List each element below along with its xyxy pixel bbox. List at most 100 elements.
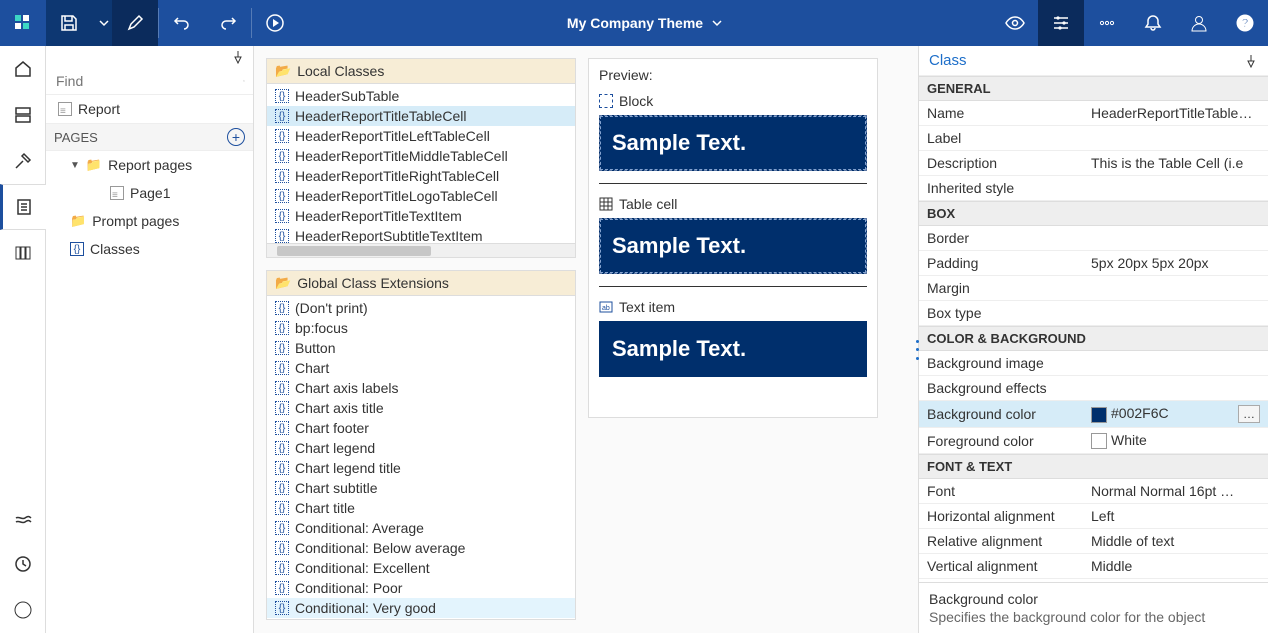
rail-data-icon[interactable]: [0, 92, 46, 138]
rail-hammer-icon[interactable]: [0, 138, 46, 184]
rail-pages-icon[interactable]: [0, 184, 46, 230]
save-button[interactable]: [46, 0, 92, 46]
pin-icon[interactable]: [1244, 54, 1258, 68]
more-icon[interactable]: [1084, 0, 1130, 46]
class-icon: [275, 321, 289, 335]
class-list-item[interactable]: HeaderSubTable: [267, 86, 575, 106]
home-logo-icon[interactable]: [0, 0, 46, 46]
save-dropdown[interactable]: [92, 0, 112, 46]
rail-swim-icon[interactable]: [0, 495, 46, 541]
class-list-item[interactable]: Conditional: Below average: [267, 538, 575, 558]
class-icon: [275, 581, 289, 595]
workspace: 📂 Local Classes HeaderSubTableHeaderRepo…: [254, 46, 918, 633]
prop-border[interactable]: Border: [919, 226, 1268, 251]
prop-ralign[interactable]: Relative alignmentMiddle of text: [919, 529, 1268, 554]
svg-text:?: ?: [1241, 16, 1248, 30]
undo-button[interactable]: [159, 0, 205, 46]
rail-check-icon[interactable]: [0, 587, 46, 633]
title-dropdown-icon[interactable]: [711, 17, 723, 29]
class-list-item[interactable]: HeaderReportTitleMiddleTableCell: [267, 146, 575, 166]
class-icon: [275, 541, 289, 555]
class-list-label: HeaderReportTitleLogoTableCell: [295, 188, 498, 204]
class-list-label: HeaderReportTitleLeftTableCell: [295, 128, 490, 144]
tree-prompt-pages[interactable]: 📁 Prompt pages: [46, 207, 253, 235]
class-list-item[interactable]: bp:focus: [267, 318, 575, 338]
class-list-item[interactable]: Chart footer: [267, 418, 575, 438]
rail-home-icon[interactable]: [0, 46, 46, 92]
class-list-item[interactable]: (Don't print): [267, 298, 575, 318]
class-list-item[interactable]: Conditional: Very good: [267, 598, 575, 618]
add-page-button[interactable]: +: [227, 128, 245, 146]
class-list-item[interactable]: HeaderReportTitleRightTableCell: [267, 166, 575, 186]
prop-label[interactable]: Label: [919, 126, 1268, 151]
play-button[interactable]: [252, 0, 298, 46]
class-list-item[interactable]: Chart: [267, 358, 575, 378]
class-list-item[interactable]: Chart axis title: [267, 398, 575, 418]
prop-description[interactable]: DescriptionThis is the Table Cell (i.e: [919, 151, 1268, 176]
prop-margin[interactable]: Margin: [919, 276, 1268, 301]
class-list-item[interactable]: HeaderReportTitleLeftTableCell: [267, 126, 575, 146]
left-rail: [0, 46, 46, 633]
settings-sliders-icon[interactable]: [1038, 0, 1084, 46]
rail-clock-icon[interactable]: [0, 541, 46, 587]
preview-toggle-icon[interactable]: [992, 0, 1038, 46]
class-list-label: Chart footer: [295, 420, 369, 436]
class-list-label: HeaderReportTitleTableCell: [295, 108, 466, 124]
prop-boxtype[interactable]: Box type: [919, 301, 1268, 326]
prop-bgcolor[interactable]: Background color #002F6C …: [919, 401, 1268, 428]
rail-table-icon[interactable]: [0, 230, 46, 276]
class-list-item[interactable]: HeaderReportTitleTableCell: [267, 106, 575, 126]
edit-mode-button[interactable]: [112, 0, 158, 46]
redo-button[interactable]: [205, 0, 251, 46]
help-icon[interactable]: ?: [1222, 0, 1268, 46]
notifications-icon[interactable]: [1130, 0, 1176, 46]
class-list-item[interactable]: HeaderReportTitleLogoTableCell: [267, 186, 575, 206]
class-icon: [275, 209, 289, 223]
tree-page1[interactable]: Page1: [46, 179, 253, 207]
prop-fgcolor[interactable]: Foreground color White: [919, 428, 1268, 454]
prop-padding[interactable]: Padding5px 20px 5px 20px: [919, 251, 1268, 276]
class-list-item[interactable]: Crosstab corner cell: [267, 618, 575, 619]
color-picker-button[interactable]: …: [1238, 405, 1260, 423]
class-list-item[interactable]: Button: [267, 338, 575, 358]
class-list-item[interactable]: Chart legend: [267, 438, 575, 458]
prop-valign[interactable]: Vertical alignmentMiddle: [919, 554, 1268, 579]
props-resize-handle[interactable]: [916, 340, 922, 360]
class-list-item[interactable]: Chart legend title: [267, 458, 575, 478]
svg-text:ab: ab: [602, 305, 610, 312]
class-list-item[interactable]: Chart subtitle: [267, 478, 575, 498]
class-icon: [275, 501, 289, 515]
class-list-item[interactable]: Conditional: Excellent: [267, 558, 575, 578]
report-node[interactable]: Report: [46, 95, 253, 123]
pin-icon[interactable]: [231, 50, 245, 64]
panel-resize-handle[interactable]: [254, 340, 257, 360]
class-list-label: Chart axis labels: [295, 380, 399, 396]
prop-font[interactable]: FontNormal Normal 16pt …: [919, 479, 1268, 504]
tree-report-pages[interactable]: ▼ 📁 Report pages: [46, 151, 253, 179]
prop-halign[interactable]: Horizontal alignmentLeft: [919, 504, 1268, 529]
class-list-label: Conditional: Very good: [295, 600, 436, 616]
folder-icon: 📂: [275, 63, 291, 79]
class-list-item[interactable]: Chart title: [267, 498, 575, 518]
class-list-label: HeaderReportTitleTextItem: [295, 208, 462, 224]
class-list-label: (Don't print): [295, 300, 368, 316]
class-list-item[interactable]: HeaderReportTitleTextItem: [267, 206, 575, 226]
prop-name[interactable]: NameHeaderReportTitleTableCell: [919, 101, 1268, 126]
class-list-item[interactable]: HeaderReportSubtitleTextItem: [267, 226, 575, 243]
props-title: Class: [929, 52, 967, 69]
search-icon[interactable]: [243, 72, 245, 90]
class-list-label: Chart legend title: [295, 460, 401, 476]
tree-classes[interactable]: Classes: [46, 235, 253, 263]
prop-bgfx[interactable]: Background effects: [919, 376, 1268, 401]
class-list-label: Chart axis title: [295, 400, 384, 416]
find-input[interactable]: [54, 72, 239, 90]
class-list-item[interactable]: Chart axis labels: [267, 378, 575, 398]
class-list-item[interactable]: Conditional: Poor: [267, 578, 575, 598]
prop-bgimg[interactable]: Background image: [919, 351, 1268, 376]
hscrollbar[interactable]: [267, 243, 575, 257]
prop-inherited[interactable]: Inherited style: [919, 176, 1268, 201]
class-list-item[interactable]: Conditional: Average: [267, 518, 575, 538]
class-icon: [275, 341, 289, 355]
class-list-label: Conditional: Excellent: [295, 560, 430, 576]
user-icon[interactable]: [1176, 0, 1222, 46]
